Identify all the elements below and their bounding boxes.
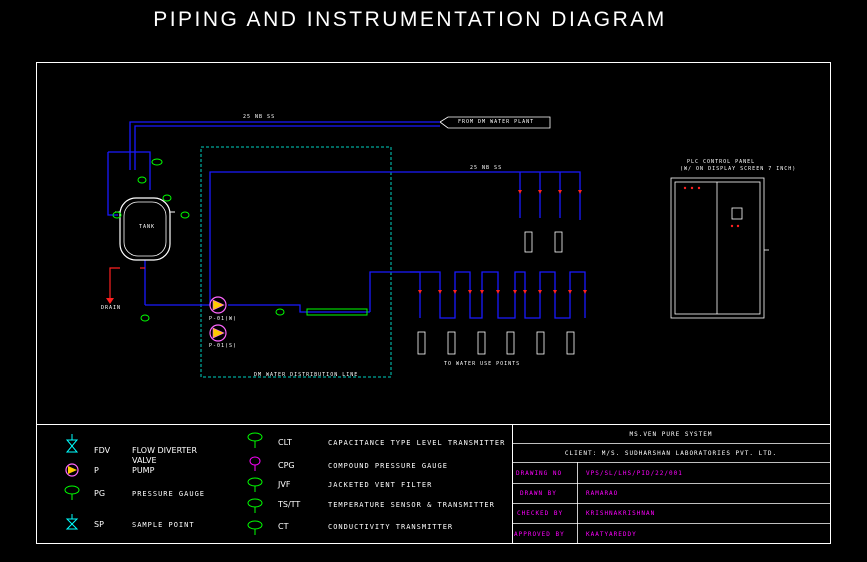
sample-point-icon [65,514,79,530]
titleblock-value-drawing-no: VPS/SL/LHS/PID/22/001 [586,470,683,477]
compound-gauge-icon [249,456,261,471]
pipe-size-top: 25 NB SS [243,114,276,120]
loop-box-label: DM WATER DISTRIBUTION LINE [254,372,359,378]
use-point-tags [417,231,575,355]
pipe-size-mid: 25 NB SS [470,165,503,171]
vent-filter-icon [247,477,263,492]
pressure-gauge-icon [64,485,80,500]
titleblock-value-approved-by: KAATYAREDDY [586,531,637,538]
legend-code-tstt: TS/TT [278,500,301,509]
legend-code-pg: PG [94,489,106,498]
control-panel-subtitle: (W/ ON DISPLAY SCREEN 7 INCH) [680,166,797,172]
instrument-tags [112,158,285,322]
process-pipes [107,121,586,319]
pump-label-standby: P-01(S) [209,343,238,349]
tank-label: TANK [139,224,156,230]
drawing-border [36,62,831,544]
temperature-transmitter-icon [247,498,263,513]
titleblock-label-drawing-no: DRAWING NO [516,470,563,477]
legend-desc-tstt: TEMPERATURE SENSOR & TRANSMITTER [328,501,495,509]
use-points-label: TO WATER USE POINTS [444,361,521,367]
control-panel-title: PLC CONTROL PANEL [687,159,756,165]
titleblock-label-checked-by: CHECKED BY [517,510,564,517]
titleblock-client: CLIENT: M/S. SUDHARSHAN LABORATORIES PVT… [564,450,778,457]
pump-p01-working [209,296,227,314]
legend-code-jvf: JVF [278,480,291,489]
legend-code-ct: CT [278,522,289,531]
titleblock-value-drawn-by: RAMARAO [586,490,619,497]
pump-label-working: P-01(W) [209,316,238,322]
legend-code-cpg: CPG [278,461,295,470]
legend-desc-fdv: FLOW DIVERTER VALVE [132,446,198,465]
drain-line [109,267,145,300]
titleblock-label-approved-by: APPROVED BY [514,531,565,538]
legend-desc-sp: SAMPLE POINT [132,521,195,529]
titleblock-value-checked-by: KRISHNAKRISHNAN [586,510,656,517]
titleblock-grid [512,443,830,543]
legend-code-clt: CLT [278,438,292,447]
legend-desc-cpg: COMPOUND PRESSURE GAUGE [328,462,448,470]
pump-icon [65,463,79,477]
pid-drawing [36,62,831,544]
level-transmitter-icon [247,432,263,448]
legend-desc-pg: PRESSURE GAUGE [132,490,206,498]
source-label: FROM DM WATER PLANT [458,119,535,125]
panel-indicator-lights [683,186,740,228]
conductivity-transmitter-icon [247,520,263,535]
legend-desc-jvf: JACKETED VENT FILTER [328,481,433,489]
flow-diverter-valve-icon [65,434,79,453]
titleblock-label-drawn-by: DRAWN BY [520,490,557,497]
legend-code-sp: SP [94,520,104,529]
legend-desc-p: PUMP [132,466,155,475]
legend-desc-clt: CAPACITANCE TYPE LEVEL TRANSMITTER [328,439,506,447]
pump-p01-standby [209,324,227,342]
drain-label: DRAIN [101,305,122,311]
drain-valve-icon [106,298,114,304]
titleblock-system: MS.VEN PURE SYSTEM [629,431,713,438]
plc-control-panel [670,177,769,319]
legend-code-p: P [94,466,99,475]
legend-code-fdv: FDV [94,446,111,455]
legend-desc-ct: CONDUCTIVITY TRANSMITTER [328,523,454,531]
